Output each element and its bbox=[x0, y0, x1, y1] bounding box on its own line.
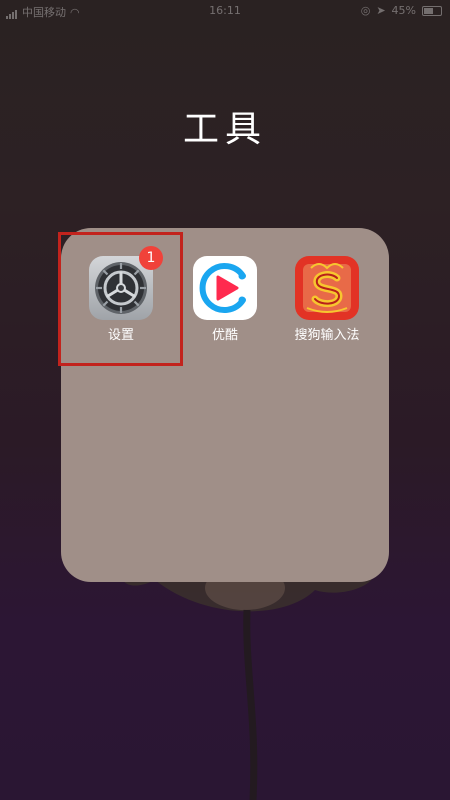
sogou-input-icon[interactable] bbox=[295, 256, 359, 320]
app-youku[interactable]: 优酷 bbox=[180, 256, 270, 344]
app-sogou-input[interactable]: 搜狗输入法 bbox=[282, 256, 372, 344]
location-icon: ➤ bbox=[376, 4, 386, 17]
status-bar-right: ◎ ➤ 45% bbox=[361, 4, 442, 17]
highlight-box bbox=[58, 232, 183, 366]
app-label: 优酷 bbox=[211, 328, 238, 343]
battery-percent: 45% bbox=[391, 4, 416, 17]
folder-title[interactable]: 工具 bbox=[0, 100, 450, 152]
app-label: 搜狗输入法 bbox=[294, 328, 360, 343]
rotation-lock-icon: ◎ bbox=[360, 4, 371, 17]
battery-icon bbox=[422, 5, 442, 16]
status-bar: 中国移动 ◠ 16:11 ◎ ➤ 45% bbox=[0, 0, 450, 22]
youku-play-icon[interactable] bbox=[193, 256, 257, 320]
